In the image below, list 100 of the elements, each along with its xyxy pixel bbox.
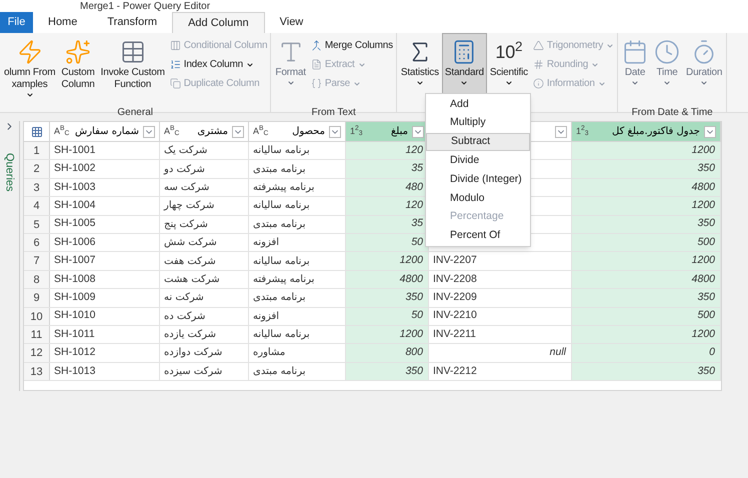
table-cell-text: SH-1002	[54, 161, 96, 176]
table-cell-text: INV-2211	[433, 326, 476, 342]
caret-icon	[598, 80, 606, 88]
table-cell-text: 500	[697, 234, 715, 250]
filter-dropdown-icon[interactable]	[232, 126, 244, 138]
table-cell-text: برنامه پیشرفته	[253, 272, 314, 287]
table-cell-text: SH-1005	[54, 216, 96, 232]
table-cell-text: شرکت دو	[164, 162, 205, 177]
table-cell-text: برنامه سالیانه	[253, 199, 310, 214]
filter-dropdown-icon[interactable]	[329, 126, 341, 138]
table-cell-text: 1200	[692, 142, 715, 158]
row-number: 2	[24, 160, 50, 178]
table-cell-text: 1200	[400, 253, 423, 268]
ribbon-menu-button[interactable]: Merge Columns	[310, 37, 393, 54]
ribbon-tab[interactable]: File	[0, 12, 33, 33]
table-cell-text: شرکت شش	[164, 236, 217, 250]
table-cell-text: SH-1007	[54, 253, 96, 268]
table-cell-text: مشاوره	[253, 346, 286, 360]
caret-icon	[631, 79, 640, 87]
caret-icon	[700, 79, 708, 87]
menu-item[interactable]: Divide	[426, 151, 530, 170]
ribbon-menu-button[interactable]: Index Column	[170, 56, 268, 73]
table-cell-text: شرکت چهار	[164, 199, 214, 214]
ribbon-button[interactable]: olumn From xamples	[1, 33, 58, 105]
table-cell-text: برنامه مبتدی	[253, 291, 306, 306]
filter-dropdown-icon[interactable]	[412, 126, 424, 138]
row-number: 11	[24, 326, 50, 344]
ribbon-button[interactable]: Custom Column	[58, 33, 98, 105]
caret-icon	[286, 79, 295, 87]
caret-icon	[606, 42, 614, 50]
table-cell-text: SH-1010	[54, 308, 96, 324]
braces-icon	[310, 78, 322, 89]
table-cell-text: شرکت پنج	[164, 218, 208, 232]
exponent-glyph: 10$^{2}$	[495, 42, 522, 62]
queries-pane-toggle[interactable]: Queries	[2, 152, 16, 192]
table-icon	[120, 39, 146, 65]
caret-icon	[353, 80, 362, 88]
row-number: 13	[24, 362, 50, 380]
table-menu-icon[interactable]	[30, 126, 42, 138]
copy-icon	[170, 78, 181, 89]
clock-icon	[654, 39, 680, 65]
table-cell-text: 350	[697, 216, 715, 232]
caret-icon	[416, 79, 424, 87]
row-number: 10	[24, 308, 50, 325]
table-cell-text: SH-1004	[54, 198, 96, 213]
table-cell-text: شرکت سه	[164, 180, 210, 195]
table-cell-text: 350	[697, 364, 715, 378]
column-name: جدول فاکتور.مبلغ کل	[610, 125, 700, 139]
row-number: 1	[24, 142, 50, 160]
row-number: 6	[24, 234, 50, 252]
ribbon-tab[interactable]: Home	[33, 12, 92, 33]
menu-item[interactable]: Subtract	[426, 132, 530, 152]
ribbon-button[interactable]: Invoke Custom Function	[98, 33, 168, 105]
menu-item[interactable]: Modulo	[426, 188, 530, 208]
table-cell-text: SH-1008	[54, 272, 96, 287]
table-cell-text: INV-2207	[433, 253, 477, 268]
caret-icon	[358, 60, 366, 68]
caret-icon	[246, 60, 254, 68]
calendar-icon	[622, 39, 648, 65]
table-cell-text: null	[550, 345, 566, 360]
table-cell-text: INV-2212	[433, 364, 477, 378]
row-number: 4	[24, 197, 50, 215]
group-label: From Date & Time	[632, 106, 713, 120]
row-number: 7	[24, 252, 50, 270]
table-cell-text: شرکت ده	[164, 310, 206, 324]
columns-icon	[170, 40, 181, 51]
table-cell-text: برنامه مبتدی	[253, 162, 306, 177]
row-number: 9	[24, 289, 50, 307]
ribbon-tab[interactable]: Transform	[92, 12, 172, 33]
sparkle-icon	[64, 39, 91, 65]
column-name: مشتری	[196, 125, 228, 139]
table-cell-text: INV-2208	[433, 272, 477, 287]
table-cell-text: 1200	[692, 198, 715, 213]
menu-item[interactable]: Percent Of	[426, 226, 530, 246]
document-icon	[310, 59, 322, 70]
filter-dropdown-icon[interactable]	[555, 126, 567, 138]
menu-item[interactable]: Multiply	[426, 114, 530, 133]
table-cell-text: شرکت هفت	[164, 254, 216, 269]
row-number: 12	[24, 344, 50, 362]
caret-icon	[591, 60, 600, 68]
table-cell-text: برنامه سالیانه	[253, 254, 310, 269]
filter-dropdown-icon[interactable]	[704, 126, 716, 138]
table-cell-text: 500	[697, 308, 715, 324]
filter-dropdown-icon[interactable]	[143, 126, 155, 138]
numbered-list-icon	[170, 59, 181, 70]
caret-icon	[663, 79, 672, 87]
group-label: General	[117, 106, 153, 120]
lightning-icon	[16, 39, 43, 65]
menu-item[interactable]: Divide (Integer)	[426, 170, 530, 189]
column-name: شماره سفارش	[74, 125, 139, 139]
table-cell-text: برنامه سالیانه	[253, 144, 310, 158]
info-icon	[532, 78, 544, 89]
table-cell-text: SH-1003	[54, 180, 96, 195]
column-name: مبلغ	[390, 125, 408, 139]
ribbon-tab[interactable]: View	[264, 12, 318, 33]
table-cell-text: افزونه	[253, 310, 280, 324]
ribbon-tab[interactable]: Add Column	[172, 12, 265, 33]
table-cell-text: 800	[405, 345, 423, 360]
hash-icon	[532, 59, 544, 70]
table-cell-text: برنامه مبتدی	[253, 364, 306, 379]
